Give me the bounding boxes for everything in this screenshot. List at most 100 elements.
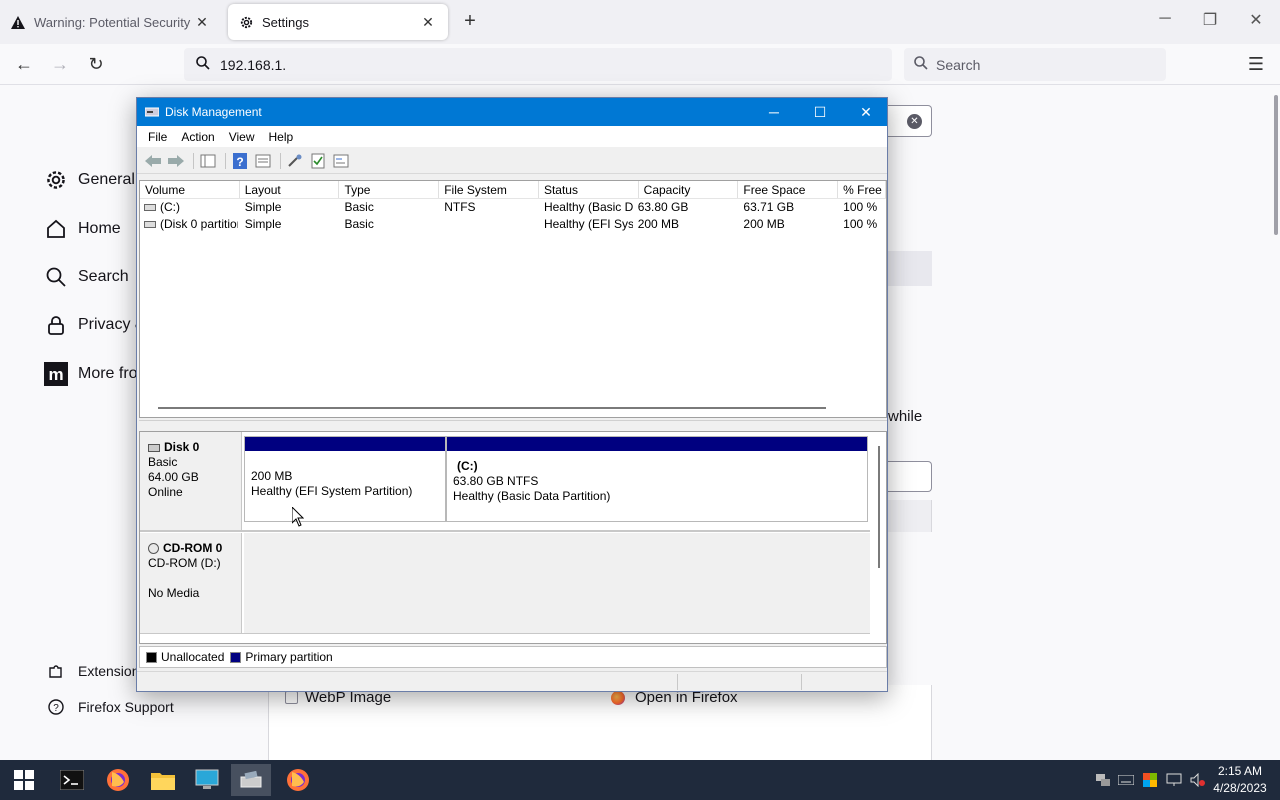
close-tab-icon[interactable]: ✕ bbox=[418, 14, 438, 31]
table-row[interactable]: (C:) Simple Basic NTFS Healthy (Basic Da… bbox=[140, 199, 886, 216]
partition-efi[interactable]: 200 MB Healthy (EFI System Partition) bbox=[244, 436, 446, 522]
disk-name: CD-ROM 0 bbox=[163, 541, 223, 555]
svg-text:?: ? bbox=[53, 703, 59, 714]
disk-label[interactable]: CD-ROM 0 CD-ROM (D:) No Media bbox=[140, 533, 242, 633]
drive-icon bbox=[144, 204, 156, 211]
hamburger-menu-icon[interactable]: ☰ bbox=[1244, 54, 1268, 75]
disk-management-icon bbox=[144, 106, 160, 118]
remote-desktop-icon[interactable] bbox=[187, 764, 227, 796]
layout-cell: Simple bbox=[244, 217, 282, 231]
url-bar[interactable]: 192.168.1. bbox=[184, 48, 892, 81]
menu-file[interactable]: File bbox=[141, 130, 174, 144]
partition-size: 200 MB bbox=[251, 469, 293, 483]
svg-text:?: ? bbox=[236, 155, 243, 169]
sidebar-item-label: General bbox=[78, 171, 135, 188]
firefox-icon[interactable] bbox=[98, 764, 138, 796]
file-system-cell bbox=[439, 216, 539, 233]
file-explorer-icon[interactable] bbox=[143, 764, 183, 796]
system-clock[interactable]: 2:15 AM 4/28/2023 bbox=[1208, 763, 1272, 797]
back-arrow-icon[interactable] bbox=[143, 152, 163, 170]
checklist-icon[interactable] bbox=[308, 152, 328, 170]
minimize-icon[interactable]: ─ bbox=[1145, 10, 1185, 28]
keyboard-icon[interactable] bbox=[1118, 772, 1134, 788]
type-cell: Basic bbox=[344, 217, 374, 231]
color-app-icon[interactable] bbox=[1142, 772, 1158, 788]
new-tab-button[interactable]: + bbox=[458, 10, 482, 34]
volume-list: Volume Layout Type File System Status Ca… bbox=[139, 180, 887, 418]
close-window-icon[interactable]: ✕ bbox=[1236, 10, 1276, 30]
partition-area bbox=[244, 533, 870, 633]
percent-free-cell: 100 % bbox=[843, 217, 878, 231]
mouse-cursor bbox=[291, 505, 305, 527]
properties-icon[interactable] bbox=[253, 152, 273, 170]
close-tab-icon[interactable]: ✕ bbox=[192, 14, 212, 31]
disk-state: No Media bbox=[148, 586, 200, 600]
cdrom-icon bbox=[148, 543, 159, 554]
network-icon[interactable] bbox=[1166, 772, 1182, 788]
minimize-icon[interactable]: ─ bbox=[751, 98, 797, 126]
menu-action[interactable]: Action bbox=[174, 130, 221, 144]
vertical-scrollbar[interactable] bbox=[878, 446, 880, 568]
gear-icon bbox=[238, 14, 254, 30]
forward-button[interactable]: → bbox=[46, 52, 74, 78]
column-header-type[interactable]: Type bbox=[339, 181, 440, 198]
back-button[interactable]: ← bbox=[10, 52, 38, 78]
drive-icon bbox=[144, 221, 156, 228]
menu-bar: File Action View Help bbox=[137, 126, 887, 148]
pane-splitter[interactable] bbox=[139, 420, 887, 428]
capacity-cell: 63.80 GB bbox=[637, 200, 689, 214]
checkbox[interactable] bbox=[285, 691, 298, 704]
reload-button[interactable]: ↻ bbox=[82, 52, 110, 78]
connect-icon[interactable] bbox=[285, 152, 305, 170]
partition-status: Healthy (EFI System Partition) bbox=[251, 484, 413, 498]
search-icon bbox=[914, 56, 928, 73]
sidebar-item-label: Search bbox=[78, 268, 129, 285]
help-icon[interactable]: ? bbox=[230, 152, 250, 170]
status-cell: Healthy (Basic Data Partition) bbox=[543, 200, 633, 214]
sidebar-item-home[interactable]: Home bbox=[44, 218, 121, 240]
column-header-file-system[interactable]: File System bbox=[439, 181, 539, 198]
terminal-icon[interactable] bbox=[52, 764, 92, 796]
title-bar[interactable]: Disk Management ─ ☐ ✕ bbox=[137, 98, 887, 126]
page-scrollbar[interactable] bbox=[1274, 95, 1278, 235]
disk-label[interactable]: Disk 0 Basic 64.00 GB Online bbox=[140, 432, 242, 530]
applications-table: WebP Image Open in Firefox bbox=[268, 685, 932, 760]
maximize-icon[interactable]: ☐ bbox=[797, 98, 843, 126]
tab-settings[interactable]: Settings ✕ bbox=[228, 4, 448, 40]
menu-help[interactable]: Help bbox=[262, 130, 301, 144]
column-header-free-space[interactable]: Free Space bbox=[738, 181, 839, 198]
restore-icon[interactable]: ❐ bbox=[1190, 10, 1230, 30]
column-header-percent-free[interactable]: % Free bbox=[838, 181, 886, 198]
start-button[interactable] bbox=[4, 764, 44, 796]
menu-view[interactable]: View bbox=[222, 130, 262, 144]
window-title: Disk Management bbox=[165, 105, 262, 119]
sidebar-item-general[interactable]: General bbox=[44, 169, 135, 191]
column-header-volume[interactable]: Volume bbox=[140, 181, 240, 198]
disk-state: Online bbox=[148, 485, 183, 499]
view-options-icon[interactable] bbox=[331, 152, 351, 170]
horizontal-scrollbar[interactable] bbox=[158, 407, 826, 409]
network-share-icon[interactable] bbox=[1095, 772, 1111, 788]
column-header-layout[interactable]: Layout bbox=[240, 181, 340, 198]
column-header-capacity[interactable]: Capacity bbox=[639, 181, 739, 198]
search-icon bbox=[44, 266, 68, 288]
sidebar-item-search[interactable]: Search bbox=[44, 266, 129, 288]
sidebar-item-firefox-support[interactable]: ? Firefox Support bbox=[44, 698, 174, 716]
legend-label: Unallocated bbox=[161, 650, 225, 664]
tab-security-warning[interactable]: Warning: Potential Security Risk Ahead ✕ bbox=[0, 4, 222, 40]
partition-c[interactable]: (C:) 63.80 GB NTFS Healthy (Basic Data P… bbox=[446, 436, 868, 522]
search-input[interactable]: Search bbox=[904, 48, 1166, 81]
column-header-status[interactable]: Status bbox=[539, 181, 639, 198]
disk-management-taskbar-icon[interactable] bbox=[231, 764, 271, 796]
status-bar bbox=[137, 671, 887, 691]
disk-kind: CD-ROM (D:) bbox=[148, 556, 221, 570]
clear-icon[interactable]: ✕ bbox=[907, 114, 922, 129]
table-row[interactable]: (Disk 0 partition 1) Simple Basic Health… bbox=[140, 216, 886, 233]
console-tree-icon[interactable] bbox=[198, 152, 218, 170]
close-icon[interactable]: ✕ bbox=[843, 98, 889, 126]
volume-muted-icon[interactable] bbox=[1190, 772, 1206, 788]
legend: Unallocated Primary partition bbox=[139, 646, 887, 668]
forward-arrow-icon[interactable] bbox=[166, 152, 186, 170]
disk-row-disk-0: Disk 0 Basic 64.00 GB Online 200 MB Heal… bbox=[140, 432, 870, 530]
firefox-icon[interactable] bbox=[278, 764, 318, 796]
